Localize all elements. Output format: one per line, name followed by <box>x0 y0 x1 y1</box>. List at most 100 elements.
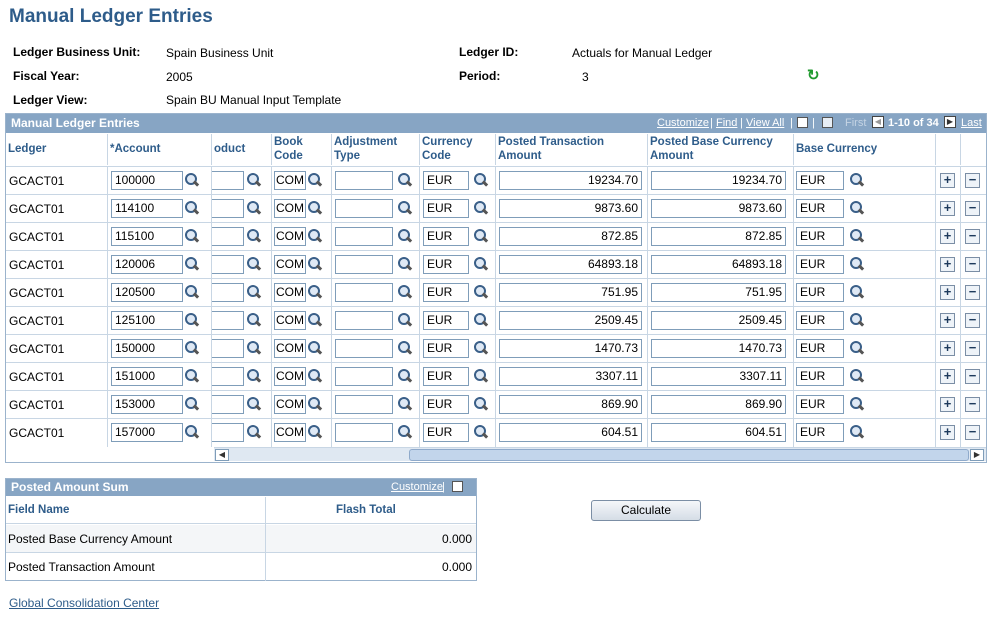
adjustment-type-input[interactable] <box>335 339 393 358</box>
add-row-icon[interactable]: + <box>940 397 955 412</box>
book-code-input[interactable]: COM <box>274 283 306 302</box>
currency-code-input[interactable]: EUR <box>423 255 469 274</box>
base-currency-input[interactable]: EUR <box>796 339 844 358</box>
add-row-icon[interactable]: + <box>940 229 955 244</box>
posted-transaction-input[interactable]: 2509.45 <box>499 311 642 330</box>
magnifier-icon[interactable] <box>473 340 489 356</box>
add-row-icon[interactable]: + <box>940 425 955 440</box>
magnifier-icon[interactable] <box>473 312 489 328</box>
base-currency-input[interactable]: EUR <box>796 311 844 330</box>
magnifier-icon[interactable] <box>397 424 413 440</box>
adjustment-type-input[interactable] <box>335 171 393 190</box>
posted-transaction-input[interactable]: 751.95 <box>499 283 642 302</box>
adjustment-type-input[interactable] <box>335 283 393 302</box>
delete-row-icon[interactable]: − <box>965 397 980 412</box>
account-input[interactable]: 153000 <box>111 395 183 414</box>
new-window-icon[interactable] <box>797 117 808 128</box>
col-header-account[interactable]: *Account <box>108 134 212 165</box>
magnifier-icon[interactable] <box>397 396 413 412</box>
add-row-icon[interactable]: + <box>940 257 955 272</box>
sum-customize-link[interactable]: Customize <box>391 481 443 493</box>
adjustment-type-input[interactable] <box>335 423 393 442</box>
magnifier-icon[interactable] <box>307 312 323 328</box>
col-header-field-name[interactable]: Field Name <box>8 497 69 524</box>
magnifier-icon[interactable] <box>397 228 413 244</box>
base-currency-input[interactable]: EUR <box>796 171 844 190</box>
delete-row-icon[interactable]: − <box>965 425 980 440</box>
magnifier-icon[interactable] <box>473 424 489 440</box>
book-code-input[interactable]: COM <box>274 423 306 442</box>
magnifier-icon[interactable] <box>473 200 489 216</box>
magnifier-icon[interactable] <box>184 284 200 300</box>
posted-base-input[interactable]: 19234.70 <box>651 171 786 190</box>
add-row-icon[interactable]: + <box>940 341 955 356</box>
posted-base-input[interactable]: 751.95 <box>651 283 786 302</box>
currency-code-input[interactable]: EUR <box>423 199 469 218</box>
magnifier-icon[interactable] <box>849 312 865 328</box>
posted-transaction-input[interactable]: 604.51 <box>499 423 642 442</box>
magnifier-icon[interactable] <box>307 228 323 244</box>
magnifier-icon[interactable] <box>307 424 323 440</box>
adjustment-type-input[interactable] <box>335 311 393 330</box>
base-currency-input[interactable]: EUR <box>796 255 844 274</box>
posted-base-input[interactable]: 1470.73 <box>651 339 786 358</box>
currency-code-input[interactable]: EUR <box>423 171 469 190</box>
magnifier-icon[interactable] <box>849 340 865 356</box>
base-currency-input[interactable]: EUR <box>796 367 844 386</box>
product-input[interactable] <box>212 395 244 414</box>
magnifier-icon[interactable] <box>307 256 323 272</box>
product-input[interactable] <box>212 255 244 274</box>
posted-transaction-input[interactable]: 1470.73 <box>499 339 642 358</box>
col-header-adjustment-type[interactable]: Adjustment Type <box>332 134 420 165</box>
magnifier-icon[interactable] <box>246 340 262 356</box>
product-input[interactable] <box>212 171 244 190</box>
posted-base-input[interactable]: 64893.18 <box>651 255 786 274</box>
product-input[interactable] <box>212 227 244 246</box>
magnifier-icon[interactable] <box>184 256 200 272</box>
magnifier-icon[interactable] <box>307 368 323 384</box>
magnifier-icon[interactable] <box>849 172 865 188</box>
scroll-left-icon[interactable]: ◀ <box>215 449 229 461</box>
currency-code-input[interactable]: EUR <box>423 283 469 302</box>
customize-link[interactable]: Customize <box>657 117 709 129</box>
adjustment-type-input[interactable] <box>335 199 393 218</box>
download-grid-icon[interactable] <box>822 117 833 128</box>
col-header-posted-transaction[interactable]: Posted Transaction Amount <box>496 134 648 165</box>
currency-code-input[interactable]: EUR <box>423 367 469 386</box>
magnifier-icon[interactable] <box>473 228 489 244</box>
delete-row-icon[interactable]: − <box>965 257 980 272</box>
magnifier-icon[interactable] <box>473 172 489 188</box>
adjustment-type-input[interactable] <box>335 255 393 274</box>
currency-code-input[interactable]: EUR <box>423 227 469 246</box>
base-currency-input[interactable]: EUR <box>796 283 844 302</box>
scroll-right-icon[interactable]: ▶ <box>970 449 984 461</box>
magnifier-icon[interactable] <box>246 312 262 328</box>
magnifier-icon[interactable] <box>849 284 865 300</box>
magnifier-icon[interactable] <box>246 200 262 216</box>
col-header-currency-code[interactable]: Currency Code <box>420 134 496 165</box>
delete-row-icon[interactable]: − <box>965 201 980 216</box>
currency-code-input[interactable]: EUR <box>423 395 469 414</box>
magnifier-icon[interactable] <box>473 256 489 272</box>
magnifier-icon[interactable] <box>397 368 413 384</box>
add-row-icon[interactable]: + <box>940 173 955 188</box>
product-input[interactable] <box>212 199 244 218</box>
magnifier-icon[interactable] <box>307 396 323 412</box>
adjustment-type-input[interactable] <box>335 367 393 386</box>
magnifier-icon[interactable] <box>397 312 413 328</box>
posted-base-input[interactable]: 2509.45 <box>651 311 786 330</box>
add-row-icon[interactable]: + <box>940 285 955 300</box>
base-currency-input[interactable]: EUR <box>796 227 844 246</box>
account-input[interactable]: 100000 <box>111 171 183 190</box>
magnifier-icon[interactable] <box>849 424 865 440</box>
book-code-input[interactable]: COM <box>274 395 306 414</box>
magnifier-icon[interactable] <box>246 368 262 384</box>
account-input[interactable]: 157000 <box>111 423 183 442</box>
magnifier-icon[interactable] <box>849 228 865 244</box>
adjustment-type-input[interactable] <box>335 395 393 414</box>
magnifier-icon[interactable] <box>184 396 200 412</box>
posted-base-input[interactable]: 872.85 <box>651 227 786 246</box>
magnifier-icon[interactable] <box>397 200 413 216</box>
magnifier-icon[interactable] <box>307 340 323 356</box>
delete-row-icon[interactable]: − <box>965 229 980 244</box>
